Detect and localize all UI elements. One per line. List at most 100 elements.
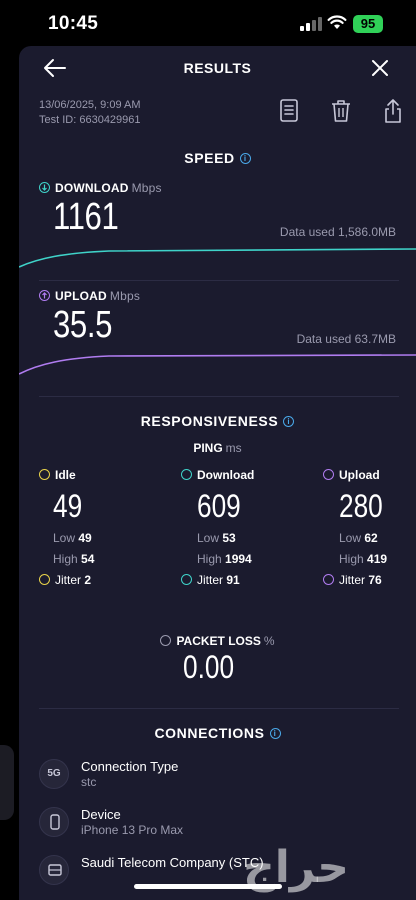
wifi-icon bbox=[327, 15, 347, 29]
ping-download-column: Download 609 Low 53 High 1994 Jitter 91 bbox=[181, 468, 291, 587]
share-icon bbox=[385, 99, 401, 123]
ping-download-jitter: Jitter 91 bbox=[181, 573, 291, 587]
responsiveness-section-title: RESPONSIVENESS i bbox=[19, 413, 416, 429]
high-label: High bbox=[197, 552, 222, 566]
high-label: High bbox=[339, 552, 364, 566]
header: RESULTS bbox=[19, 46, 416, 90]
info-icon[interactable]: i bbox=[269, 728, 281, 739]
share-button[interactable] bbox=[381, 98, 405, 124]
test-meta: 13/06/2025, 9:09 AM Test ID: 6630429961 bbox=[39, 98, 141, 128]
speed-section-title: SPEED i bbox=[19, 150, 416, 166]
cellular-signal-icon bbox=[300, 17, 322, 31]
status-time: 10:45 bbox=[48, 13, 99, 34]
test-datetime: 13/06/2025, 9:09 AM bbox=[39, 99, 141, 111]
jitter-value: 76 bbox=[368, 573, 382, 587]
jitter-value: 91 bbox=[226, 573, 240, 587]
delete-button[interactable] bbox=[329, 98, 353, 124]
close-button[interactable] bbox=[368, 56, 392, 80]
download-label-text: Download bbox=[197, 468, 255, 482]
low-value: 62 bbox=[364, 531, 378, 545]
low-value: 49 bbox=[78, 531, 92, 545]
server-icon bbox=[39, 855, 69, 885]
jitter-label: Jitter bbox=[197, 573, 224, 587]
ping-download-value: 609 bbox=[197, 488, 241, 524]
upload-icon bbox=[39, 290, 50, 301]
download-icon bbox=[39, 182, 50, 193]
battery-indicator: 95 bbox=[353, 15, 383, 33]
packet-loss-unit: % bbox=[263, 634, 275, 648]
info-icon[interactable]: i bbox=[239, 153, 251, 164]
info-icon[interactable]: i bbox=[283, 416, 295, 427]
ping-idle-column: Idle 49 Low 49 High 54 Jitter 2 bbox=[39, 468, 149, 587]
test-id: Test ID: 6630429961 bbox=[39, 114, 141, 126]
ping-idle-value: 49 bbox=[53, 488, 83, 524]
device-row: Device iPhone 13 Pro Max bbox=[39, 807, 399, 843]
ping-idle-high: High 54 bbox=[53, 552, 149, 566]
ping-upload-column: Upload 280 Low 62 High 419 Jitter 76 bbox=[323, 468, 416, 587]
idle-label-text: Idle bbox=[55, 468, 76, 482]
speed-title-text: SPEED bbox=[184, 150, 235, 166]
upload-label-text: UPLOAD bbox=[55, 289, 107, 303]
5g-icon: 5G bbox=[39, 759, 69, 789]
ping-upload-value: 280 bbox=[339, 488, 383, 524]
details-button[interactable] bbox=[277, 98, 301, 124]
ping-download-high: High 1994 bbox=[197, 552, 291, 566]
download-unit: Mbps bbox=[131, 181, 162, 195]
responsiveness-title-text: RESPONSIVENESS bbox=[140, 413, 279, 429]
low-label: Low bbox=[197, 531, 220, 545]
phone-icon bbox=[39, 807, 69, 837]
upload-value: 35.5 bbox=[53, 304, 113, 346]
ping-label-text: PING bbox=[193, 441, 223, 455]
background-card bbox=[0, 745, 14, 820]
page-title: RESULTS bbox=[183, 60, 252, 76]
home-indicator[interactable] bbox=[134, 884, 282, 889]
divider bbox=[39, 396, 399, 397]
ping-idle-low: Low 49 bbox=[53, 531, 149, 545]
idle-icon bbox=[39, 469, 50, 480]
jitter-label: Jitter bbox=[339, 573, 366, 587]
upload-unit: Mbps bbox=[109, 289, 141, 303]
jitter-icon bbox=[39, 574, 50, 585]
download-label-text: DOWNLOAD bbox=[55, 181, 129, 195]
ping-download-label: Download bbox=[181, 468, 291, 484]
connection-type-row: 5G Connection Type stc bbox=[39, 759, 399, 795]
ping-download-low: Low 53 bbox=[197, 531, 291, 545]
high-value: 54 bbox=[81, 552, 95, 566]
packet-loss-value: 0.00 bbox=[183, 649, 235, 685]
connections-section-title: CONNECTIONS i bbox=[19, 725, 416, 741]
high-value: 419 bbox=[367, 552, 388, 566]
upload-icon bbox=[323, 469, 334, 480]
ping-idle-label: Idle bbox=[39, 468, 149, 484]
download-graph bbox=[19, 248, 416, 268]
connections-title-text: CONNECTIONS bbox=[154, 725, 265, 741]
ping-idle-jitter: Jitter 2 bbox=[39, 573, 149, 587]
jitter-icon bbox=[181, 574, 192, 585]
connection-type-value: stc bbox=[81, 775, 97, 789]
ping-upload-high: High 419 bbox=[339, 552, 416, 566]
ping-label: PING ms bbox=[19, 441, 416, 455]
packet-loss-label: PACKET LOSS% bbox=[19, 634, 416, 648]
status-bar: 10:45 95 bbox=[0, 0, 416, 46]
high-label: High bbox=[53, 552, 78, 566]
download-value: 1161 bbox=[53, 196, 119, 238]
packet-loss-label-text: PACKET LOSS bbox=[176, 634, 261, 648]
download-icon bbox=[181, 469, 192, 480]
jitter-value: 2 bbox=[84, 573, 92, 587]
ping-unit: ms bbox=[225, 441, 242, 455]
close-icon bbox=[372, 60, 388, 76]
jitter-label: Jitter bbox=[55, 573, 82, 587]
results-sheet: RESULTS 13/06/2025, 9:09 AM Test ID: 663… bbox=[19, 46, 416, 900]
ping-upload-label: Upload bbox=[323, 468, 416, 484]
jitter-icon bbox=[323, 574, 334, 585]
ping-upload-low: Low 62 bbox=[339, 531, 416, 545]
packet-loss-icon bbox=[160, 635, 172, 646]
upload-label-text: Upload bbox=[339, 468, 380, 482]
low-label: Low bbox=[339, 531, 362, 545]
upload-data-used: Data used 63.7MB bbox=[296, 332, 396, 346]
ping-upload-jitter: Jitter 76 bbox=[323, 573, 416, 587]
document-icon bbox=[280, 99, 298, 122]
divider bbox=[39, 708, 399, 709]
upload-label: UPLOAD Mbps bbox=[39, 289, 140, 303]
trash-icon bbox=[332, 100, 350, 122]
device-title: Device bbox=[81, 807, 121, 822]
